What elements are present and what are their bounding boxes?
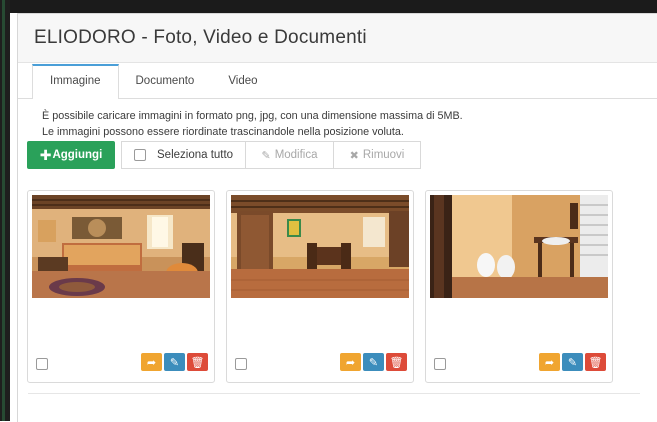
image-thumbnail-bedroom[interactable] <box>32 195 210 298</box>
edit-button[interactable]: ✎ Modifica <box>246 142 334 168</box>
share-arrow-icon[interactable]: ➦ <box>539 353 560 371</box>
image-thumbnail-living-room[interactable] <box>231 195 409 298</box>
add-image-button[interactable]: ✚ Aggiungi <box>27 141 115 169</box>
window-top-edge <box>0 0 657 13</box>
image-thumbnail-bathroom[interactable] <box>430 195 608 298</box>
x-icon: ✖ <box>349 149 359 162</box>
bathroom-photo <box>430 195 608 298</box>
image-select-checkbox[interactable] <box>434 358 446 370</box>
image-toolbar: ✚ Aggiungi Seleziona tutto ✎ Modifica ✖ … <box>27 141 421 169</box>
image-actions: ➦ ✎ 🗑 <box>340 353 407 371</box>
tab-immagine[interactable]: Immagine <box>32 64 119 99</box>
image-select-checkbox[interactable] <box>235 358 247 370</box>
add-image-label: Aggiungi <box>52 149 103 161</box>
tab-video[interactable]: Video <box>211 65 274 98</box>
image-card[interactable]: ➦ ✎ 🗑 <box>226 190 414 383</box>
living-room-photo <box>231 195 409 298</box>
upload-info-line1: È possibile caricare immagini in formato… <box>42 110 463 122</box>
section-divider <box>28 393 640 394</box>
panel-header: ELIODORO - Foto, Video e Documenti <box>18 14 657 63</box>
select-all-label: Seleziona tutto <box>157 149 234 161</box>
share-arrow-icon[interactable]: ➦ <box>141 353 162 371</box>
background-sidebar-edge <box>0 0 10 421</box>
panel-title: ELIODORO - Foto, Video e Documenti <box>34 27 367 48</box>
edit-label: Modifica <box>274 149 318 161</box>
image-select-checkbox[interactable] <box>36 358 48 370</box>
pencil-icon[interactable]: ✎ <box>363 353 384 371</box>
upload-info-line2: Le immagini possono essere riordinate tr… <box>42 126 404 138</box>
trash-icon[interactable]: 🗑 <box>187 353 208 371</box>
media-tabs: Immagine Documento Video <box>18 63 657 99</box>
image-card[interactable]: ➦ ✎ 🗑 <box>425 190 613 383</box>
remove-label: Rimuovi <box>362 149 405 161</box>
tab-documento[interactable]: Documento <box>119 65 212 98</box>
upload-info: È possibile caricare immagini in formato… <box>18 99 657 140</box>
remove-button[interactable]: ✖ Rimuovi <box>334 142 420 168</box>
image-actions: ➦ ✎ 🗑 <box>539 353 606 371</box>
select-all-checkbox[interactable] <box>134 149 146 161</box>
trash-icon[interactable]: 🗑 <box>585 353 606 371</box>
trash-icon[interactable]: 🗑 <box>386 353 407 371</box>
share-arrow-icon[interactable]: ➦ <box>340 353 361 371</box>
pencil-icon: ✎ <box>261 149 271 162</box>
image-card[interactable]: ➦ ✎ 🗑 <box>27 190 215 383</box>
image-actions: ➦ ✎ 🗑 <box>141 353 208 371</box>
pencil-icon[interactable]: ✎ <box>164 353 185 371</box>
pencil-icon[interactable]: ✎ <box>562 353 583 371</box>
select-all-button[interactable]: Seleziona tutto <box>122 142 246 168</box>
selection-button-group: Seleziona tutto ✎ Modifica ✖ Rimuovi <box>121 141 421 169</box>
plus-icon: ✚ <box>39 146 52 163</box>
bedroom-photo <box>32 195 210 298</box>
